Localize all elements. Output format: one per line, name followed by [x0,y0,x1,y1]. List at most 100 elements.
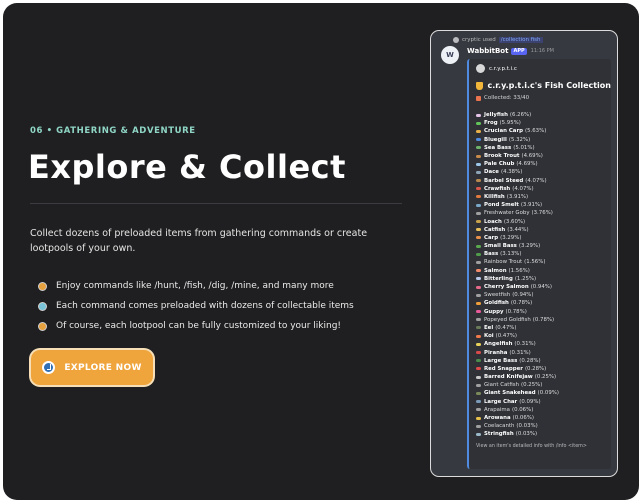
list-item: Killfish (3.91%) [476,193,611,201]
fish-icon [476,383,481,387]
fish-percent: (3.29%) [518,243,541,250]
explore-now-button[interactable]: EXPLORE NOW [31,350,153,385]
fish-icon [476,400,481,404]
list-item: Goldfish (0.78%) [476,299,611,307]
fish-name: Stringfish [484,431,514,438]
fish-icon [476,342,481,346]
feature-description: Collect dozens of preloaded items from g… [30,228,368,254]
fish-icon [476,277,481,281]
list-item: Giant Snakehead (0.09%) [476,389,611,397]
fish-icon [476,228,481,232]
fish-name: Dace [484,169,499,176]
reply-command[interactable]: /collection fish [498,37,543,43]
fish-percent: (0.78%) [510,300,533,307]
fish-icon [476,203,481,207]
list-item: Red Snapper (0.28%) [476,365,611,373]
fish-percent: (3.76%) [531,210,553,217]
fish-icon [476,244,481,248]
fish-percent: (4.07%) [525,177,547,184]
list-item: Cherry Salmon (0.94%) [476,283,611,291]
explore-now-label: EXPLORE NOW [64,362,142,373]
fish-name: Pond Smelt [484,202,519,209]
fish-icon [476,408,481,412]
fish-name: Arowana [484,415,511,422]
feature-bullet: Each command comes preloaded with dozens… [38,296,354,316]
fish-name: Large Char [484,398,518,405]
fish-icon [476,138,481,142]
list-item: Small Bass (3.29%) [476,242,611,250]
section-eyebrow: 06 • GATHERING & ADVENTURE [30,126,196,136]
fish-percent: (1.25%) [514,275,537,282]
fish-icon [476,285,481,289]
fish-name: Catfish [484,226,506,233]
list-item: Salmon (1.56%) [476,267,611,275]
fish-percent: (3.13%) [500,251,522,258]
collection-embed: c.r.y.p.t.i.c c.r.y.p.t.i.c's Fish Colle… [467,59,611,469]
fish-name: Angelfish [484,341,513,348]
fish-icon [476,359,481,363]
fish-percent: (0.47%) [495,324,517,331]
fish-icon [476,351,481,355]
fish-icon [476,170,481,174]
list-item: Frog (5.95%) [476,119,611,127]
fish-name: Killfish [484,193,505,200]
embed-title: c.r.y.p.t.i.c's Fish Collection [476,81,611,90]
fish-percent: (3.29%) [500,234,522,241]
fish-name: Coelacanth [484,423,515,430]
fish-icon [476,236,481,240]
command-reply-line: cryptic used /collection fish [453,37,543,43]
list-item: Coelacanth (0.03%) [476,422,611,430]
fish-name: Giant Snakehead [484,390,536,397]
bot-name[interactable]: WabbitBot [467,47,508,55]
fish-name: Carp [484,234,499,241]
list-item: Jellyfish (6.26%) [476,111,611,119]
fish-name: Sea Bass [484,144,512,151]
fish-icon [476,367,481,371]
divider [30,203,402,204]
fish-percent: (3.91%) [506,193,529,200]
fish-percent: (5.63%) [524,128,547,135]
list-item: Angelfish (0.31%) [476,340,611,348]
fish-icon [476,326,481,330]
feature-bullets: Enjoy commands like /hunt, /fish, /dig, … [38,276,354,336]
list-item: Carp (3.29%) [476,234,611,242]
fish-name: Bluegill [484,136,507,143]
message-time: 11:16 PM [530,48,554,54]
fish-icon [476,113,481,117]
fish-icon [476,260,481,264]
list-item: Crawfish (4.07%) [476,185,611,193]
fish-percent: (0.06%) [512,415,534,422]
collected-text: Collected: 33/40 [484,95,530,101]
embed-title-text: c.r.y.p.t.i.c's Fish Collection [487,81,611,90]
fish-icon [476,252,481,256]
fish-percent: (0.78%) [532,316,555,323]
fish-name: Eel [484,324,494,331]
reply-user: cryptic used [462,37,496,43]
user-avatar-icon [453,37,459,43]
page-title: Explore & Collect [28,148,346,186]
fish-percent: (0.03%) [515,431,538,438]
bot-header: WabbitBot APP 11:16 PM [467,47,554,55]
fish-icon [476,375,481,379]
fish-icon [476,211,481,215]
fish-icon [476,162,481,166]
box-icon [476,95,481,101]
fish-percent: (0.25%) [534,374,557,381]
list-item: Popeyed Goldfish (0.78%) [476,316,611,324]
fish-percent: (0.47%) [495,333,517,340]
fish-percent: (5.32%) [508,136,531,143]
fish-icon [476,424,481,428]
fish-list: Jellyfish (6.26%) Frog (5.95%) Crucian Car… [476,111,611,439]
fish-name: Goldfish [484,300,509,307]
list-item: Eel (0.47%) [476,324,611,332]
bot-avatar[interactable]: W [441,46,459,64]
feature-panel: 06 • GATHERING & ADVENTURE Explore & Col… [3,3,639,500]
fish-name: Giant Catfish [484,382,520,389]
app-badge: APP [511,47,527,55]
fish-name: Crawfish [484,185,511,192]
list-item: Pale Chub (4.69%) [476,160,611,168]
fish-name: Popeyed Goldfish [484,316,531,323]
fish-name: Crucian Carp [484,128,523,135]
list-item: Sweetfish (0.94%) [476,291,611,299]
discord-preview: cryptic used /collection fish W WabbitBo… [430,30,618,477]
